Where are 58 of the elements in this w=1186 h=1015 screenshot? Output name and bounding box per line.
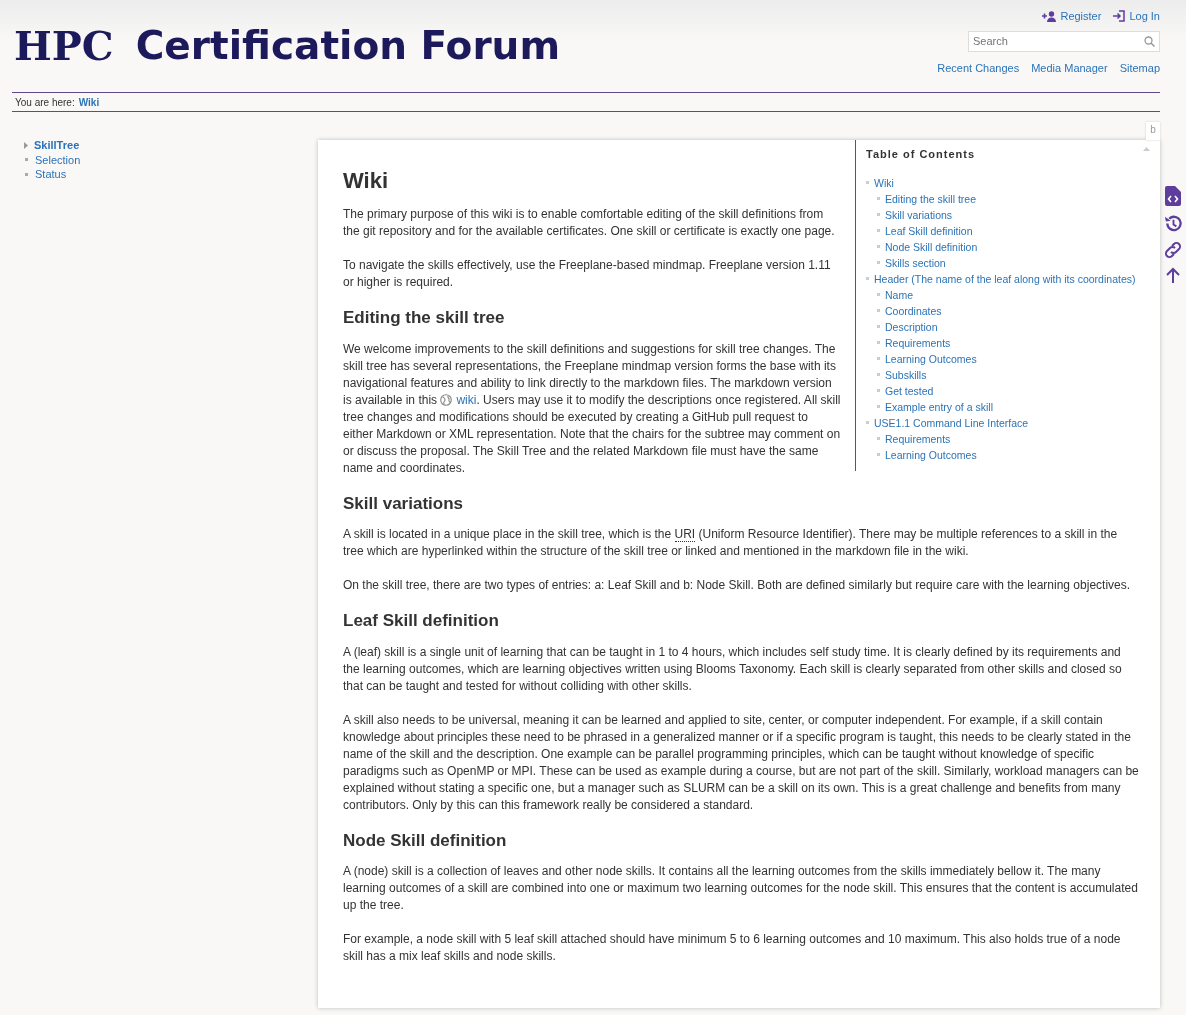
paragraph: A skill also needs to be universal, meaning it can be learned and applied to site, center, or computer independent. For example, if a skill contain knowledge about principles these need to be phrased in a generalized manner or if a specific program is taught, this needs to be clearly stated in the name of the skill and the description. One example can be parallel programming principles, which can be taught without knowledge of specific paradigms such as OpenMP or MPI. These can be used as example during a course, but are not part of the skill. Similarly, workload managers can be explained without stating a specific one, but a manager such as SLURM can be a skill on its own. This is a great challenge and benefits from many contributors. Only by this can this framework really be considered a standard. xyxy=(343,711,1140,814)
sidebar-link[interactable]: Status xyxy=(35,167,67,182)
globe-icon xyxy=(440,393,453,406)
link-icon[interactable] xyxy=(1164,241,1182,259)
bullet-icon xyxy=(25,158,28,162)
toc-link[interactable]: Description xyxy=(885,318,938,335)
section-heading: Node Skill definition xyxy=(343,830,508,851)
paragraph: We welcome improvements to the skill definitions and suggestions for skill tree changes. The skill tree has several representations, the Freeplane mindmap version forms the base with its navigational features and ability to link directly to the markdown files. The markdown version is available in this wiki. Users may use it to modify the descriptions once registered. All skill tree changes and modifications should be executed by creating a GitHub pull request to either Markdown or XML representation. Note that the chairs for the subtree may comment on or discuss the proposal. The Skill Tree and the related Markdown file must have the same name and coordinates. xyxy=(343,340,841,477)
toc-link[interactable]: Header (The name of the leaf along with its coordinates) xyxy=(874,270,1136,287)
toc-title: Table of Contents xyxy=(866,147,976,162)
toc-link[interactable]: Wiki xyxy=(874,174,894,191)
toc-link[interactable]: Coordinates xyxy=(885,302,942,319)
code-file-icon[interactable] xyxy=(1165,186,1181,206)
toc-link[interactable]: Leaf Skill definition xyxy=(885,222,973,239)
section-heading: Editing the skill tree xyxy=(343,308,506,329)
register-link[interactable]: Register xyxy=(1042,8,1102,25)
breadcrumb-label: You are here: xyxy=(15,96,75,109)
toc-link[interactable]: Skills section xyxy=(885,254,946,271)
toc-link[interactable]: Learning Outcomes xyxy=(885,350,977,367)
toc-link[interactable]: Get tested xyxy=(885,382,934,399)
site-tool-link[interactable]: Sitemap xyxy=(1119,59,1160,76)
login-link[interactable]: Log In xyxy=(1113,8,1160,25)
site-tool-link[interactable]: Media Manager xyxy=(1031,59,1108,76)
toc-link[interactable]: Node Skill definition xyxy=(885,238,978,255)
toc-link[interactable]: Requirements xyxy=(885,430,951,447)
toc-link[interactable]: Learning Outcomes xyxy=(885,446,977,463)
page-heading: Wiki xyxy=(343,168,390,195)
bullet-icon xyxy=(25,172,28,176)
expand-arrow-icon xyxy=(24,141,28,149)
paragraph: A (leaf) skill is a single unit of learning that can be taught in 1 to 4 hours, which includes self study time. It is clearly defined by its requirements and the learning outcomes, which are learning objectives written using Blooms Taxonomy. Each skill is clearly separated from other skills and closed so that can be taught and tested for without colliding with other skills. xyxy=(343,643,1123,695)
site-tool-link[interactable]: Recent Changes xyxy=(937,59,1020,76)
page-tab[interactable]: b xyxy=(1146,122,1160,140)
toc-link[interactable]: Example entry of a skill xyxy=(885,398,993,415)
paragraph: On the skill tree, there are two types of entries: a: Leaf Skill and b: Node Skill. Both are defined similarly but require care with the learning objectives. xyxy=(343,577,1132,595)
toc-link[interactable]: Editing the skill tree xyxy=(885,190,977,207)
toc-link[interactable]: Requirements xyxy=(885,334,951,351)
toc-link[interactable]: Name xyxy=(885,286,913,303)
arrow-up-icon[interactable] xyxy=(1166,267,1180,283)
history-icon[interactable] xyxy=(1163,214,1183,233)
paragraph: The primary purpose of this wiki is to enable comfortable editing of the skill definitions from the git repository and for the available certificates. One skill or certificate is exactly one page. xyxy=(343,206,836,241)
toc-link[interactable]: Skill variations xyxy=(885,206,953,223)
abbreviation: URI xyxy=(674,527,696,543)
sidebar-link[interactable]: Selection xyxy=(35,152,81,167)
paragraph: To navigate the skills effectively, use the Freeplane-based mindmap. Freeplane version 1.11 or higher is required. xyxy=(343,257,832,292)
search-icon[interactable] xyxy=(1144,35,1155,47)
section-heading: Leaf Skill definition xyxy=(343,611,500,632)
breadcrumb-link[interactable]: Wiki xyxy=(78,95,100,109)
search-field[interactable]: Search xyxy=(968,30,1160,52)
toc-link[interactable]: USE1.1 Command Line Interface xyxy=(874,414,1029,431)
section-heading: Skill variations xyxy=(343,493,464,515)
sidebar-link[interactable]: SkillTree xyxy=(34,138,80,153)
login-icon xyxy=(1113,10,1126,23)
paragraph: A skill is located in a unique place in the skill tree, which is the URI (Uniform Resource Identifier). There may be multiple references to a skill in the tree which are hyperlinked within the structure of the skill tree or linked and mentioned in the markdown file in the wiki. xyxy=(343,526,1119,561)
paragraph: A (node) skill is a collection of leaves and other node skills. It contains all the learning outcomes from the skills immediately bellow it. The many learning outcomes of a skill are combined into one or maximum two learning outcomes for the node skill. This ensures that the content is accumulated up the tree. xyxy=(343,862,1139,914)
add-user-icon xyxy=(1042,10,1057,22)
site-logo-text[interactable]: HPC xyxy=(14,26,114,92)
toc-link[interactable]: Subskills xyxy=(885,366,927,383)
paragraph: For example, a node skill with 5 leaf skill attached should have minimum 5 to 6 learning outcomes and 10 maximum. This also holds true of a node skill has a mix leaf skills and node skills. xyxy=(343,930,1122,965)
